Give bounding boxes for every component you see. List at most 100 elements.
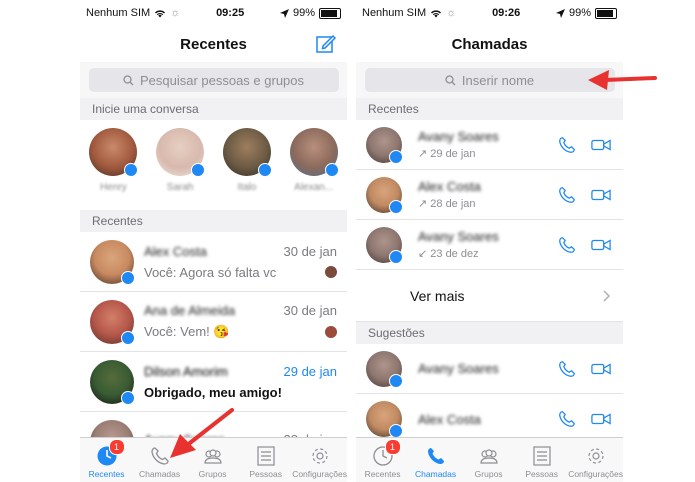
video-call-icon[interactable] xyxy=(591,185,611,205)
gear-icon xyxy=(587,448,604,464)
phone-icon xyxy=(150,447,169,465)
carrier-label: Nenhum SIM xyxy=(86,7,151,19)
phone-icon[interactable] xyxy=(557,185,577,205)
battery-icon xyxy=(595,7,617,19)
story-list: Henry Sarah Italo Alexan... xyxy=(80,120,347,210)
search-input[interactable]: Pesquisar pessoas e grupos xyxy=(88,68,339,92)
tab-chamadas[interactable]: Chamadas xyxy=(409,438,462,482)
tab-label: Chamadas xyxy=(139,469,181,479)
avatar xyxy=(222,128,272,177)
conversation-date: 29 de jan xyxy=(283,363,338,379)
compose-icon[interactable] xyxy=(315,33,337,55)
tab-bar: 1 Recentes Chamadas Grupos Pessoas Confi… xyxy=(80,437,347,482)
contact-name: Alexan... xyxy=(294,182,334,193)
contact-name: Avany Soares xyxy=(418,361,499,376)
messenger-badge-icon xyxy=(191,163,206,177)
contact-story[interactable]: Italo xyxy=(219,128,275,193)
tab-label: Recentes xyxy=(364,469,401,479)
search-container: Inserir nome xyxy=(356,62,623,98)
phone-icon[interactable] xyxy=(557,359,577,379)
contact-name: Italo xyxy=(237,182,257,193)
messenger-badge-icon xyxy=(257,163,272,177)
location-arrow-icon xyxy=(555,8,565,18)
section-header-recent: Recentes xyxy=(80,210,347,232)
video-call-icon[interactable] xyxy=(591,135,611,155)
battery-icon xyxy=(319,7,341,19)
tab-label: Configurações xyxy=(568,469,623,479)
battery-percent: 99% xyxy=(568,7,591,19)
conversation-row[interactable]: Ana de Almeida 30 de jan Você: Vem! 😘 xyxy=(80,292,347,352)
avatar xyxy=(366,226,403,264)
conversation-preview: Você: Agora só falta vc xyxy=(144,264,277,280)
tab-label: Grupos xyxy=(474,469,503,479)
avatar xyxy=(366,350,403,388)
tab-chamadas[interactable]: Chamadas xyxy=(133,438,186,482)
contact-name: Sarah xyxy=(166,182,194,193)
search-icon xyxy=(445,74,456,85)
tab-pessoas[interactable]: Pessoas xyxy=(239,438,292,482)
people-list-icon xyxy=(257,446,275,466)
page-title: Chamadas xyxy=(451,35,528,53)
location-arrow-icon xyxy=(279,8,289,18)
conversation-preview: Obrigado, meu amigo! xyxy=(144,384,282,400)
notification-badge: 1 xyxy=(384,439,401,455)
contact-story[interactable]: Henry xyxy=(85,128,141,193)
tab-label: Grupos xyxy=(198,469,227,479)
nav-bar: Recentes xyxy=(80,26,347,62)
messenger-badge-icon xyxy=(121,390,135,405)
messenger-badge-icon xyxy=(389,373,403,388)
conversation-row[interactable]: Dilson Amorim 29 de jan Obrigado, meu ami… xyxy=(80,352,347,412)
avatar xyxy=(366,401,403,438)
video-call-icon[interactable] xyxy=(591,235,611,255)
tab-recentes[interactable]: 1 Recentes xyxy=(356,438,409,482)
phone-icon[interactable] xyxy=(557,235,577,255)
avatar xyxy=(90,239,135,285)
status-bar: Nenhum SIM ☼ 09:25 99% xyxy=(80,0,347,26)
conversation-name: Dilson Amorim xyxy=(144,363,228,379)
contact-name: Avany Soares xyxy=(418,129,499,144)
conversation-preview: Você: Vem! 😘 xyxy=(144,324,230,339)
tab-configuracoes[interactable]: Configurações xyxy=(292,438,347,482)
call-date: ↗ 29 de jan xyxy=(418,148,476,160)
messenger-badge-icon xyxy=(121,270,135,285)
tab-pessoas[interactable]: Pessoas xyxy=(515,438,568,482)
messenger-badge-icon xyxy=(389,249,403,264)
tab-configuracoes[interactable]: Configurações xyxy=(568,438,623,482)
contact-story[interactable]: Alexan... xyxy=(286,128,342,193)
see-more-label: Ver mais xyxy=(410,287,465,304)
tab-grupos[interactable]: Grupos xyxy=(186,438,239,482)
messenger-badge-icon xyxy=(124,163,139,177)
conversation-row[interactable]: Alex Costa 30 de jan Você: Agora só falta… xyxy=(80,232,347,292)
name-search-input[interactable]: Inserir nome xyxy=(364,68,615,92)
avatar xyxy=(289,128,339,177)
status-bar: Nenhum SIM ☼ 09:26 99% xyxy=(356,0,623,26)
tab-recentes[interactable]: 1 Recentes xyxy=(80,438,133,482)
search-placeholder: Pesquisar pessoas e grupos xyxy=(139,72,305,88)
avatar xyxy=(89,128,139,177)
section-header-start: Inicie uma conversa xyxy=(80,98,347,120)
phone-icon[interactable] xyxy=(557,409,577,429)
phone-icon[interactable] xyxy=(557,135,577,155)
call-row[interactable]: Avany Soares ↗ 29 de jan xyxy=(356,120,623,170)
video-call-icon[interactable] xyxy=(591,409,611,429)
tab-label: Chamadas xyxy=(415,469,457,479)
suggestion-row[interactable]: Avany Soares xyxy=(356,344,623,394)
section-header-suggestions: Sugestões xyxy=(356,322,623,344)
wifi-icon xyxy=(155,9,166,17)
contact-name: Henry xyxy=(100,182,127,193)
avatar xyxy=(366,126,403,164)
see-more-row[interactable]: Ver mais xyxy=(356,270,623,322)
chevron-right-icon xyxy=(603,289,611,302)
search-container: Pesquisar pessoas e grupos xyxy=(80,62,347,98)
video-call-icon[interactable] xyxy=(591,359,611,379)
tab-grupos[interactable]: Grupos xyxy=(462,438,515,482)
section-header-recent: Recentes xyxy=(356,98,623,120)
call-date: ↗ 28 de jan xyxy=(418,198,476,210)
avatar xyxy=(90,359,135,405)
contact-name: Alex Costa xyxy=(418,411,481,427)
call-row[interactable]: Alex Costa ↗ 28 de jan xyxy=(356,170,623,220)
avatar xyxy=(156,128,206,177)
contact-name: Alex Costa xyxy=(418,179,481,194)
call-row[interactable]: Avany Soares ↙ 23 de dez xyxy=(356,220,623,270)
contact-story[interactable]: Sarah xyxy=(152,128,208,193)
